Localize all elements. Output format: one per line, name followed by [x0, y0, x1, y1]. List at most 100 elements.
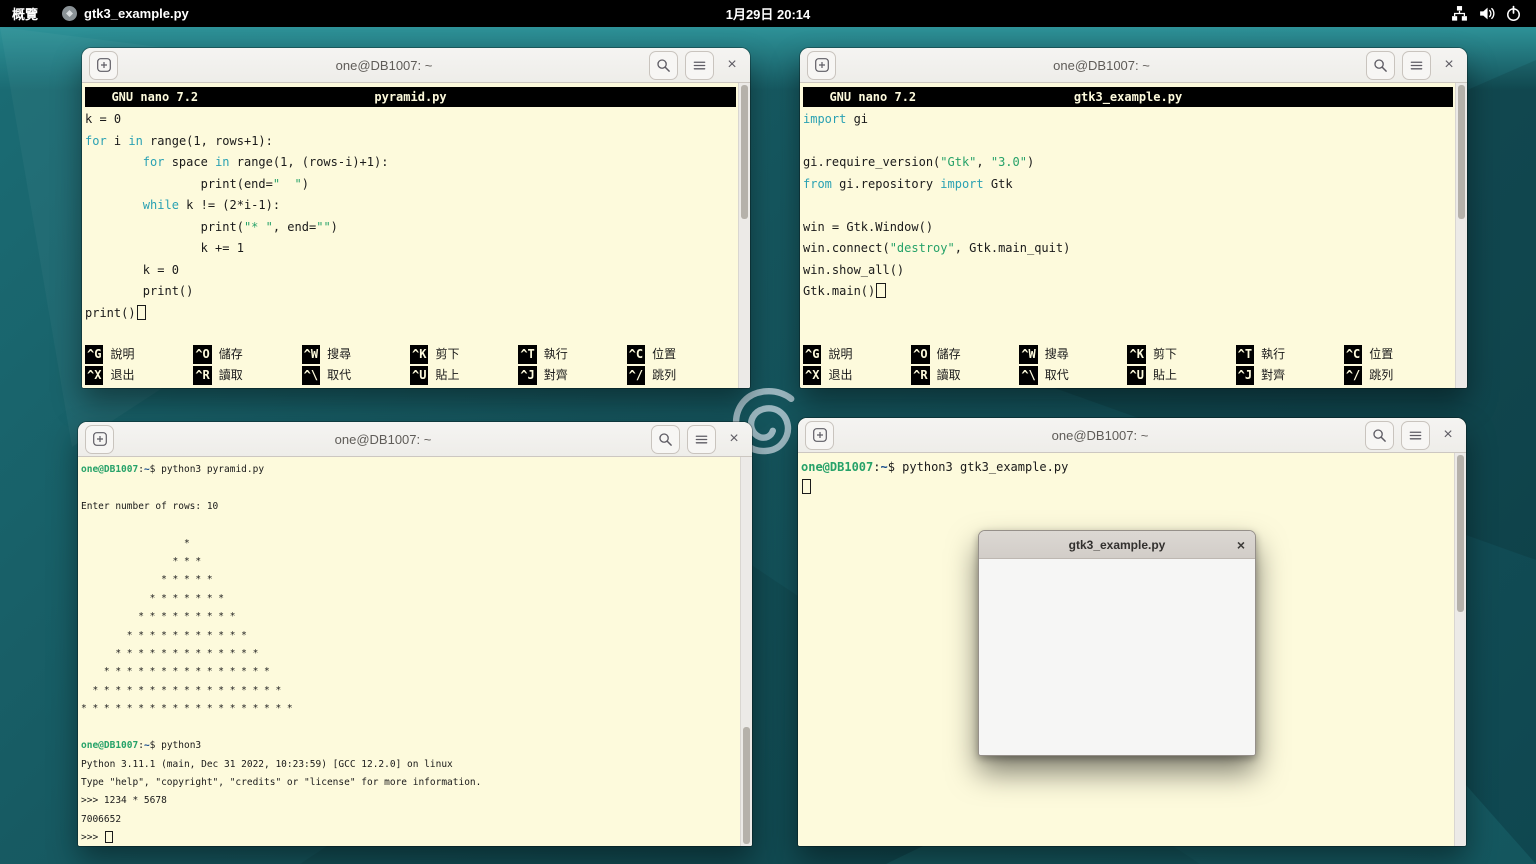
clock[interactable]: 1月29日 20:14 [0, 4, 1536, 23]
terminal-content[interactable]: GNU nano 7.2 gtk3_example.py import gi g… [800, 83, 1467, 388]
search-button[interactable] [1365, 421, 1394, 450]
close-button[interactable]: × [1437, 422, 1459, 449]
code-line [803, 131, 1453, 153]
terminal-text: one@DB1007:~$ python3 pyramid.py Enter n… [81, 461, 738, 846]
text-cursor [137, 305, 146, 320]
window-title: one@DB1007: ~ [122, 58, 646, 73]
nano-shortcut: ^R讀取 [911, 366, 1019, 385]
close-button[interactable]: × [1438, 52, 1460, 79]
text-segment: range(1, (rows-i)+1): [230, 155, 389, 169]
shortcut-label: 執行 [1261, 345, 1285, 364]
menu-button[interactable] [1401, 421, 1430, 450]
shortcut-label: 剪下 [1153, 345, 1177, 364]
scrollbar[interactable] [1454, 453, 1466, 846]
search-icon [658, 432, 673, 447]
terminal-line: >>> [81, 829, 738, 846]
text-segment: in [215, 155, 229, 169]
text-cursor [876, 283, 885, 298]
scrollbar-thumb[interactable] [743, 727, 750, 844]
terminal-line: * * * * * * * * * [81, 608, 738, 626]
menu-button[interactable] [1402, 51, 1431, 80]
text-segment: Type "help", "copyright", "credits" or "… [81, 777, 481, 788]
text-segment: for [143, 155, 165, 169]
text-segment: $ python3 [150, 740, 201, 751]
close-button[interactable]: × [721, 52, 743, 79]
text-segment: "Gtk" [940, 155, 976, 169]
text-segment: one@DB1007 [81, 740, 138, 751]
gtk-close-button[interactable]: × [1227, 537, 1255, 553]
scrollbar-thumb[interactable] [1457, 455, 1464, 612]
text-segment: ) [1027, 155, 1034, 169]
scrollbar-thumb[interactable] [1458, 85, 1465, 219]
text-segment: win.show_all() [803, 263, 904, 277]
terminal-content[interactable]: one@DB1007:~$ python3 pyramid.py Enter n… [78, 457, 752, 846]
nano-shortcut: ^O儲存 [911, 345, 1019, 364]
nano-titlebar: GNU nano 7.2 gtk3_example.py [803, 87, 1453, 107]
menu-button[interactable] [687, 425, 716, 454]
text-segment [85, 198, 143, 212]
text-segment: "destroy" [890, 241, 955, 255]
text-segment: print( [85, 220, 244, 234]
new-tab-button[interactable] [89, 51, 118, 80]
shortcut-label: 位置 [652, 345, 676, 364]
system-status-area[interactable] [1451, 5, 1536, 22]
text-segment: Python 3.11.1 (main, Dec 31 2022, 10:23:… [81, 759, 453, 770]
text-segment: i [107, 134, 129, 148]
search-button[interactable] [649, 51, 678, 80]
terminal-line: >>> 1234 * 5678 [81, 792, 738, 810]
nano-shortcut: ^K剪下 [410, 345, 518, 364]
shortcut-key: ^X [803, 366, 821, 385]
text-segment: >>> [81, 832, 104, 843]
new-tab-button[interactable] [805, 421, 834, 450]
desktop: 概覽 gtk3_example.py 1月29日 20:14 [0, 0, 1536, 864]
terminal-line: * [81, 535, 738, 553]
terminal-line: * * * * * * * * * * * * * * * * * * * [81, 700, 738, 718]
shortcut-label: 搜尋 [327, 345, 351, 364]
new-tab-button[interactable] [85, 425, 114, 454]
activities-button[interactable]: 概覽 [0, 0, 50, 27]
menu-button[interactable] [685, 51, 714, 80]
network-wired-icon [1451, 5, 1468, 22]
text-segment: from [803, 177, 832, 191]
shortcut-label: 搜尋 [1045, 345, 1069, 364]
code-line: k = 0 [85, 260, 736, 282]
text-segment: one@DB1007 [801, 460, 873, 474]
text-cursor [105, 831, 113, 843]
search-icon [656, 58, 671, 73]
nano-version: GNU nano 7.2 [85, 90, 198, 104]
terminal-content[interactable]: GNU nano 7.2 pyramid.py k = 0for i in ra… [82, 83, 750, 388]
text-segment: ) [331, 220, 338, 234]
focused-app-menu[interactable]: gtk3_example.py [50, 0, 201, 27]
gtk-window-title: gtk3_example.py [979, 538, 1255, 552]
terminal-line [81, 479, 738, 497]
terminal-line: * * * * * * * * * * * * * * * [81, 663, 738, 681]
text-segment: * * * * * * * * * * * * * * * [81, 666, 270, 677]
gtk-titlebar[interactable]: gtk3_example.py × [979, 531, 1255, 559]
scrollbar[interactable] [738, 83, 750, 388]
scrollbar[interactable] [1455, 83, 1467, 388]
nano-shortcut: ^G說明 [85, 345, 193, 364]
code-line: k = 0 [85, 109, 736, 131]
text-segment: print() [85, 284, 193, 298]
text-segment: win = Gtk.Window() [803, 220, 933, 234]
search-button[interactable] [1366, 51, 1395, 80]
nano-shortcut: ^O儲存 [193, 345, 301, 364]
scrollbar[interactable] [740, 457, 752, 846]
new-tab-icon [812, 427, 828, 443]
new-tab-button[interactable] [807, 51, 836, 80]
text-segment: "3.0" [991, 155, 1027, 169]
nano-editor-text: import gi gi.require_version("Gtk", "3.0… [803, 109, 1453, 303]
search-button[interactable] [651, 425, 680, 454]
terminal-window-pyramid-output: one@DB1007: ~ × one@DB1007:~$ python3 py… [78, 422, 752, 846]
nano-shortcut: ^\取代 [302, 366, 410, 385]
shortcut-label: 取代 [1045, 366, 1069, 385]
terminal-line: Python 3.11.1 (main, Dec 31 2022, 10:23:… [81, 756, 738, 774]
close-button[interactable]: × [723, 426, 745, 453]
text-segment: "* " [244, 220, 273, 234]
shortcut-label: 對齊 [544, 366, 568, 385]
scrollbar-thumb[interactable] [741, 85, 748, 219]
terminal-line [81, 516, 738, 534]
shortcut-key: ^U [410, 366, 428, 385]
text-segment: " " [273, 177, 302, 191]
text-segment: Enter number of rows: 10 [81, 501, 218, 512]
